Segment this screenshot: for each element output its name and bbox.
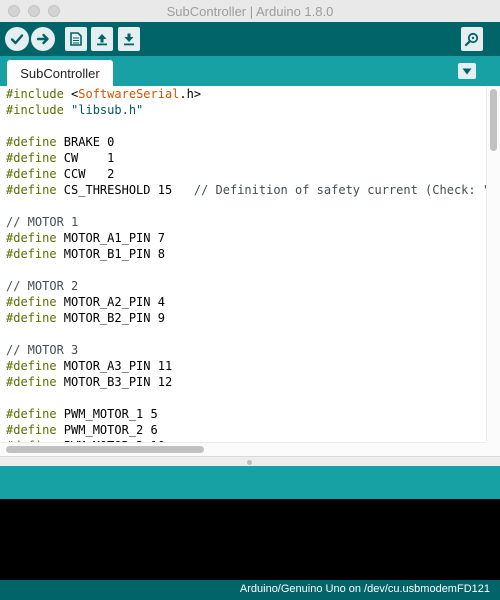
- code-token: #include: [6, 103, 72, 117]
- code-token: #define: [6, 247, 57, 261]
- upload-button[interactable]: [31, 27, 55, 51]
- code-token: MOTOR_B1_PIN 8: [56, 247, 165, 261]
- code-token: .h>: [179, 87, 202, 101]
- tab-subcontroller[interactable]: SubController: [7, 60, 113, 86]
- code-line: #define PWM_MOTOR_2 6: [6, 422, 486, 438]
- code-token: "libsub.h": [71, 103, 144, 117]
- code-token: CS_THRESHOLD 15: [56, 183, 194, 197]
- scroll-corner: [486, 442, 500, 456]
- code-token: #define: [6, 167, 57, 181]
- code-token: // MOTOR 2: [6, 279, 79, 293]
- code-token: // Definition of safety current (Check: …: [193, 183, 486, 197]
- board-port-status: Arduino/Genuino Uno on /dev/cu.usbmodemF…: [239, 583, 490, 595]
- vertical-scrollbar[interactable]: [486, 86, 500, 442]
- code-token: #define: [6, 375, 57, 389]
- code-token: // MOTOR 3: [6, 343, 79, 357]
- code-editor[interactable]: #include <SoftwareSerial.h> #include "lib…: [0, 86, 486, 442]
- save-sketch-button[interactable]: [118, 27, 140, 51]
- code-token: MOTOR_A1_PIN 7: [56, 231, 165, 245]
- serial-monitor-icon: [464, 32, 479, 47]
- code-line: #define CS_THRESHOLD 15 // Definition of…: [6, 182, 486, 198]
- code-line: // MOTOR 3: [6, 342, 486, 358]
- code-token: #define: [6, 231, 57, 245]
- toolbar: [0, 22, 500, 56]
- code-line: #include <SoftwareSerial.h>: [6, 86, 486, 102]
- code-line: // MOTOR 2: [6, 278, 486, 294]
- code-line: // MOTOR 1: [6, 214, 486, 230]
- code-line: #define CCW 2: [6, 166, 486, 182]
- code-line: #define CW 1: [6, 150, 486, 166]
- tab-bar: SubController: [0, 56, 500, 86]
- code-token: SoftwareSerial: [78, 87, 180, 101]
- code-line: #define BRAKE 0: [6, 134, 486, 150]
- verify-button[interactable]: [5, 27, 29, 51]
- code-token: #define: [6, 183, 57, 197]
- console-output[interactable]: [0, 499, 500, 580]
- code-token: PWM_MOTOR_2 6: [56, 423, 158, 437]
- code-line: #define MOTOR_B1_PIN 8: [6, 246, 486, 262]
- code-token: #define: [6, 135, 57, 149]
- status-bar: Arduino/Genuino Uno on /dev/cu.usbmodemF…: [0, 580, 500, 600]
- horizontal-scroll-thumb[interactable]: [6, 446, 204, 453]
- code-token: MOTOR_B3_PIN 12: [56, 375, 173, 389]
- message-area: [0, 466, 500, 499]
- code-token: #define: [6, 423, 57, 437]
- code-token: MOTOR_A2_PIN 4: [56, 295, 165, 309]
- code-token: // MOTOR 1: [6, 215, 79, 229]
- code-token: CCW 2: [56, 167, 115, 181]
- open-sketch-button[interactable]: [91, 27, 113, 51]
- code-token: #define: [6, 359, 57, 373]
- code-token: #define: [6, 295, 57, 309]
- code-token: MOTOR_A3_PIN 11: [56, 359, 173, 373]
- code-text: #include <SoftwareSerial.h> #include "lib…: [6, 86, 486, 442]
- vertical-scroll-thumb[interactable]: [490, 89, 497, 151]
- code-line: #include "libsub.h": [6, 102, 486, 118]
- title-bar: SubController | Arduino 1.8.0: [0, 0, 500, 23]
- code-line: #define MOTOR_B3_PIN 12: [6, 374, 486, 390]
- code-line: #define MOTOR_A1_PIN 7: [6, 230, 486, 246]
- upload-icon: [36, 33, 49, 45]
- window-title: SubController | Arduino 1.8.0: [166, 4, 334, 19]
- code-token: PWM_MOTOR_1 5: [56, 407, 158, 421]
- chevron-down-icon: [462, 68, 472, 74]
- code-token: #define: [6, 151, 57, 165]
- serial-monitor-button[interactable]: [461, 27, 483, 51]
- code-line: #define MOTOR_A3_PIN 11: [6, 358, 486, 374]
- code-line: #define PWM_MOTOR_1 5: [6, 406, 486, 422]
- new-sketch-button[interactable]: [65, 27, 87, 51]
- horizontal-scrollbar[interactable]: [0, 442, 486, 456]
- code-token: BRAKE 0: [56, 135, 115, 149]
- code-token: CW 1: [56, 151, 115, 165]
- verify-icon: [10, 34, 24, 45]
- code-token: #include: [6, 87, 72, 101]
- divider-handle-icon: [247, 460, 252, 465]
- code-token: MOTOR_B2_PIN 9: [56, 311, 165, 325]
- pane-divider[interactable]: [0, 456, 500, 466]
- open-icon: [97, 34, 107, 46]
- save-icon: [124, 33, 134, 46]
- code-line: #define MOTOR_A2_PIN 4: [6, 294, 486, 310]
- new-icon: [70, 32, 82, 46]
- code-line: #define MOTOR_B2_PIN 9: [6, 310, 486, 326]
- tab-menu-button[interactable]: [458, 63, 476, 79]
- code-token: #define: [6, 407, 57, 421]
- code-token: #define: [6, 311, 57, 325]
